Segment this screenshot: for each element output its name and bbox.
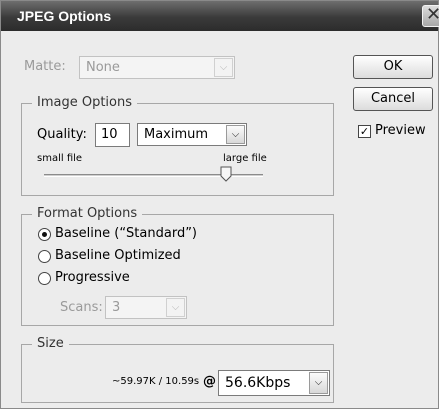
size-estimate: ~59.97K / 10.59s (112, 376, 200, 387)
chevron-down-icon: ⌵ (214, 58, 233, 77)
matte-value: None (86, 60, 120, 75)
slider-min-label: small file (37, 153, 83, 164)
matte-label: Matte: (24, 59, 66, 74)
image-options-legend: Image Options (32, 95, 138, 111)
chevron-down-icon: ⌵ (166, 298, 185, 317)
image-options-group: Image Options Quality: 10 Maximum ⌵ smal… (21, 95, 334, 196)
check-icon: ✓ (359, 125, 370, 138)
cancel-button[interactable]: Cancel (353, 87, 433, 111)
format-options-group: Format Options Baseline (“Standard”) Bas… (21, 206, 334, 326)
jpeg-options-dialog: JPEG Options ✕ Matte: None ⌵ OK Cancel ✓… (0, 0, 439, 409)
format-options-legend: Format Options (32, 206, 143, 222)
at-symbol: @ (203, 374, 216, 389)
baseline-standard-label: Baseline (“Standard”) (55, 226, 198, 241)
scans-select[interactable]: 3 ⌵ (105, 296, 187, 319)
size-legend: Size (32, 336, 69, 352)
dialog-title: JPEG Options (17, 8, 112, 24)
progressive-label: Progressive (55, 270, 130, 285)
preview-label: Preview (375, 123, 426, 138)
close-icon: ✕ (426, 6, 439, 25)
scans-label: Scans: (60, 300, 103, 315)
baseline-optimized-radio[interactable] (38, 250, 51, 263)
close-button[interactable]: ✕ (422, 5, 439, 27)
chevron-down-icon: ⌵ (226, 125, 245, 144)
baseline-optimized-label: Baseline Optimized (55, 248, 181, 263)
connection-speed-select[interactable]: 56.6Kbps ⌵ (218, 370, 330, 396)
size-group: Size ~59.97K / 10.59s @ 56.6Kbps ⌵ (21, 336, 334, 403)
connection-speed-value: 56.6Kbps (225, 375, 291, 391)
title-bar: JPEG Options ✕ (1, 1, 439, 31)
preview-checkbox[interactable]: ✓ (358, 125, 371, 138)
quality-preset-value: Maximum (144, 127, 209, 142)
scans-value: 3 (112, 300, 121, 315)
slider-max-label: large file (223, 153, 267, 164)
progressive-radio[interactable] (38, 272, 51, 285)
quality-slider-thumb[interactable] (220, 166, 232, 182)
quality-input[interactable]: 10 (95, 123, 130, 147)
ok-button[interactable]: OK (353, 55, 433, 79)
matte-select[interactable]: None ⌵ (79, 56, 235, 79)
baseline-standard-radio[interactable] (38, 228, 51, 241)
quality-preset-select[interactable]: Maximum ⌵ (137, 123, 247, 146)
quality-label: Quality: (37, 127, 87, 142)
chevron-down-icon: ⌵ (309, 372, 328, 394)
